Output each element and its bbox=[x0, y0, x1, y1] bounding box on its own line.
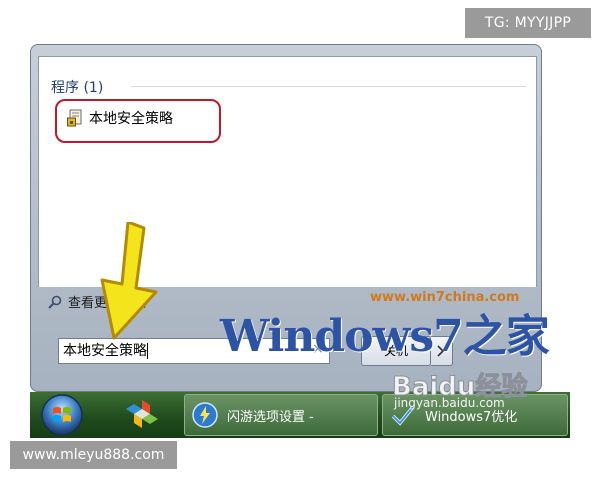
lightning-swirl-icon bbox=[192, 402, 218, 428]
search-input-value: 本地安全策略 bbox=[63, 343, 147, 359]
result-local-security-policy[interactable]: 本地安全策略 bbox=[67, 107, 173, 129]
site-watermark: www.mleyu888.com bbox=[10, 441, 177, 469]
start-orb-icon[interactable] bbox=[40, 393, 84, 437]
result-label: 本地安全策略 bbox=[89, 111, 173, 127]
corner-tag: TG: MYYJJPP bbox=[465, 8, 591, 38]
watermark-windows7-logo: Windows7之家 bbox=[220, 311, 550, 362]
security-policy-icon bbox=[67, 109, 82, 127]
pinned-app-icon[interactable] bbox=[122, 394, 162, 434]
section-divider bbox=[131, 86, 526, 87]
text-caret bbox=[147, 343, 148, 359]
magnifier-icon bbox=[48, 295, 62, 309]
watermark-jingyan-url: jingyan.baidu.com bbox=[394, 396, 505, 410]
taskbar-item-flash-options[interactable]: 闪游选项设置 - bbox=[184, 394, 378, 436]
taskbar-item-label: 闪游选项设置 - bbox=[227, 409, 314, 425]
pointer-arrow-icon bbox=[100, 222, 158, 340]
programs-section-title: 程序 (1) bbox=[51, 80, 104, 96]
